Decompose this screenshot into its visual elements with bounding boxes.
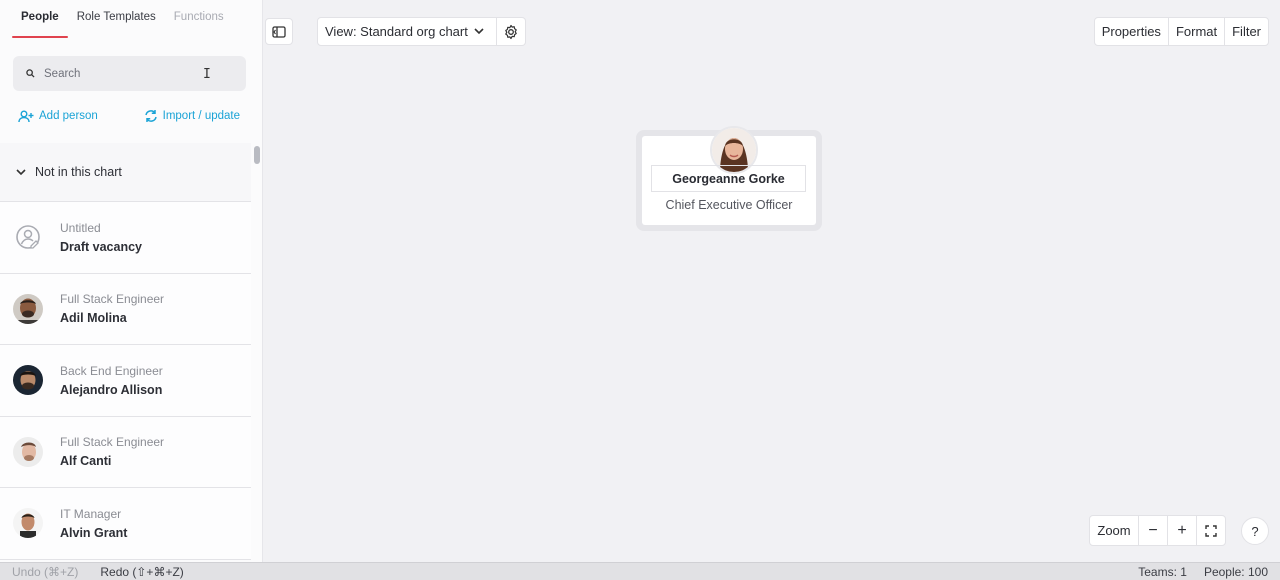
avatar [13, 508, 43, 539]
import-update-label: Import / update [162, 110, 240, 122]
person-title: Full Stack Engineer [60, 292, 165, 307]
list-item[interactable]: Untitled Draft vacancy [0, 202, 251, 274]
group-header-label: Not in this chart [35, 165, 122, 179]
add-person-icon [18, 110, 34, 122]
tab-people[interactable]: People [12, 0, 68, 38]
tab-functions[interactable]: Functions [165, 0, 233, 36]
person-name: Draft vacancy [60, 239, 142, 254]
search-field[interactable]: Search [13, 56, 246, 91]
person-name: Adil Molina [60, 311, 127, 326]
people-sidebar: People Role Templates Functions Search I… [0, 0, 263, 562]
view-select-label: View: Standard org chart [325, 24, 468, 39]
chevron-down-icon [474, 28, 484, 35]
chevron-down-icon [16, 168, 26, 175]
fullscreen-icon [1205, 524, 1217, 537]
format-button[interactable]: Format [1167, 18, 1224, 45]
view-settings-button[interactable] [497, 17, 526, 46]
avatar [13, 365, 43, 396]
person-title: Full Stack Engineer [60, 435, 165, 450]
filter-button[interactable]: Filter [1224, 18, 1268, 45]
list-item[interactable]: Full Stack Engineer Adil Molina [0, 273, 251, 345]
add-person-label: Add person [39, 110, 98, 122]
refresh-icon [144, 110, 157, 122]
group-header-not-in-chart[interactable]: Not in this chart [0, 143, 251, 202]
view-select[interactable]: View: Standard org chart [317, 17, 497, 46]
sidebar-scrollbar[interactable] [254, 146, 260, 164]
sidebar-tabs: People Role Templates Functions [0, 0, 262, 38]
zoom-controls: Zoom − + [1089, 515, 1226, 546]
avatar [13, 293, 43, 324]
sidebar-actions: Add person Import / update [18, 109, 240, 123]
fit-to-screen-button[interactable] [1196, 516, 1225, 545]
avatar [13, 436, 43, 467]
import-update-button[interactable]: Import / update [144, 109, 240, 123]
person-title: IT Manager [60, 506, 122, 521]
collapse-sidebar-button[interactable] [265, 18, 293, 45]
search-icon [26, 69, 35, 78]
zoom-label: Zoom [1097, 523, 1131, 538]
text-cursor-icon: I [203, 67, 211, 82]
person-name: Alvin Grant [60, 525, 128, 540]
status-bar: Undo (⌘+Z) Redo (⇧+⌘+Z) Teams: 1 People:… [0, 562, 1280, 580]
gear-icon [505, 24, 517, 39]
undo-button[interactable]: Undo (⌘+Z) [12, 565, 78, 579]
vacancy-icon [13, 222, 43, 252]
tab-role-templates[interactable]: Role Templates [68, 0, 165, 36]
search-placeholder: Search [44, 67, 81, 80]
properties-button[interactable]: Properties [1095, 18, 1168, 45]
person-title: Back End Engineer [60, 363, 163, 378]
list-item[interactable]: IT Manager Alvin Grant [0, 488, 251, 560]
person-title: Untitled [60, 220, 101, 235]
org-chart-card[interactable]: Georgeanne Gorke Chief Executive Officer [636, 126, 822, 231]
panel-toggle-group: Properties Format Filter [1093, 17, 1269, 46]
people-list: Not in this chart Untitled Draft vacancy… [0, 143, 251, 562]
people-count: People: 100 [1203, 564, 1268, 579]
add-person-button[interactable]: Add person [18, 109, 98, 123]
person-name: Alf Canti [60, 454, 112, 469]
teams-count: Teams: 1 [1138, 564, 1187, 579]
employee-name: Georgeanne Gorke [651, 165, 806, 192]
redo-button[interactable]: Redo (⇧+⌘+Z) [100, 565, 183, 579]
collapse-panel-icon [272, 25, 286, 38]
person-name: Alejandro Allison [60, 382, 163, 397]
zoom-out-button[interactable]: − [1138, 516, 1167, 545]
list-item[interactable]: Full Stack Engineer Alf Canti [0, 416, 251, 488]
zoom-in-button[interactable]: + [1167, 516, 1196, 545]
help-button[interactable]: ? [1241, 517, 1269, 545]
list-item[interactable]: Back End Engineer Alejandro Allison [0, 345, 251, 417]
employee-role: Chief Executive Officer [665, 198, 793, 212]
